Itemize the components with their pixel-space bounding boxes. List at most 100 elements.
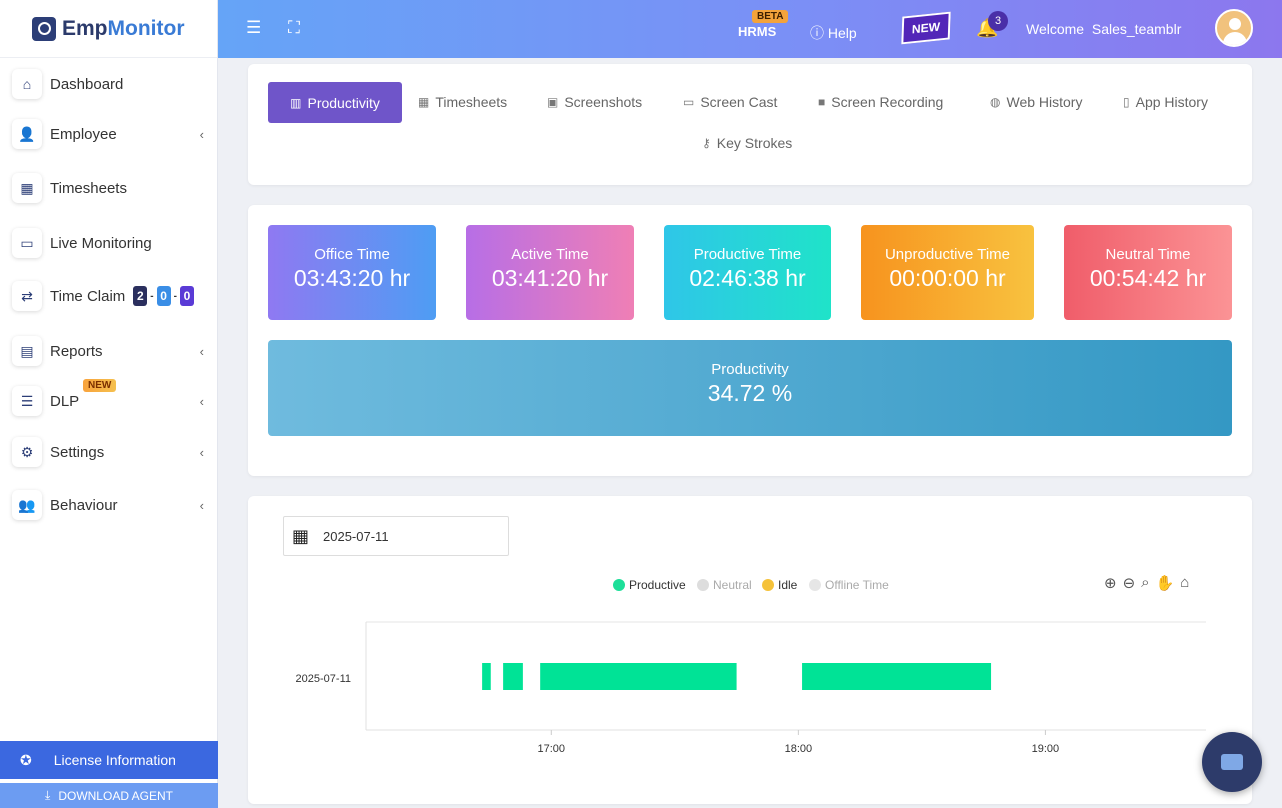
timeline-segment-3[interactable] [802, 663, 992, 690]
legend-neutral[interactable]: Neutral [697, 578, 752, 592]
sidebar-item-label: Behaviour [50, 496, 118, 514]
tab-label: Screen Cast [700, 94, 778, 110]
username: Sales_teamblr [1091, 21, 1182, 37]
count-separator: - [150, 290, 154, 302]
zoom-in-icon[interactable]: ⊕ [1104, 574, 1117, 592]
fullscreen-icon[interactable]: ⛶ [288, 18, 300, 38]
claim-count-0: 2 [133, 286, 148, 306]
legend-idle[interactable]: Idle [762, 578, 797, 592]
sidebar-item-settings[interactable]: ⚙ Settings ‹ [0, 432, 218, 472]
chat-support-button[interactable] [1202, 732, 1262, 792]
logo-icon [32, 16, 56, 41]
stat-active-time: Active Time 03:41:20 hr [466, 225, 634, 320]
zoom-out-icon[interactable]: ⊖ [1123, 574, 1136, 592]
count-separator: - [173, 290, 177, 302]
sliders-icon: ☰ [12, 386, 42, 416]
tab-app-history[interactable]: ▯ App History [1123, 92, 1208, 112]
tab-icon: ■ [818, 95, 826, 109]
sidebar-item-reports[interactable]: ▤ Reports ‹ [0, 331, 218, 371]
sidebar-item-label: Live Monitoring [50, 234, 152, 252]
new-feature-flag[interactable]: NEW [901, 11, 951, 45]
sidebar-item-label: Time Claim [50, 287, 126, 305]
legend-label: Productive [629, 578, 686, 592]
claim-count-2: 0 [179, 286, 194, 306]
hrms-link[interactable]: HRMS [738, 24, 776, 39]
download-icon: ⤓ [45, 788, 51, 802]
chevron-left-icon: ‹ [199, 393, 204, 409]
productivity-banner: Productivity 34.72 % [268, 340, 1232, 436]
pan-hand-icon[interactable]: ✋ [1156, 574, 1175, 592]
stat-office-time: Office Time 03:43:20 hr [268, 225, 436, 320]
timeline-segment-0[interactable] [482, 663, 491, 690]
tab-screen-recording[interactable]: ■ Screen Recording [818, 92, 943, 112]
new-flag-label: NEW [911, 19, 941, 37]
productivity-value: 34.72 % [707, 380, 793, 406]
award-icon: ✪ [20, 751, 32, 768]
tab-label: App History [1135, 94, 1208, 110]
sidebar-item-timesheets[interactable]: ▦ Timesheets [0, 168, 218, 208]
legend-marker [809, 579, 821, 591]
legend-marker [613, 579, 625, 591]
row-label: 2025-07-11 [296, 673, 351, 685]
sidebar-item-dlp[interactable]: ☰ DLP ‹ NEW [0, 379, 218, 421]
calendar-icon: ▦ [12, 173, 42, 203]
stat-value: 00:00:00 hr [889, 265, 1006, 291]
chat-icon [1221, 754, 1243, 770]
reset-home-icon[interactable]: ⌂ [1180, 574, 1189, 592]
chevron-left-icon: ‹ [199, 497, 204, 513]
tab-web-history[interactable]: ◍ Web History [990, 92, 1082, 112]
download-agent-button[interactable]: ⤓ DOWNLOAD AGENT [0, 783, 218, 808]
help-link[interactable]: ⓘ Help [810, 23, 857, 43]
beta-badge: BETA [752, 10, 789, 23]
license-information-button[interactable]: ✪ License Information [0, 741, 218, 779]
stats-card: Office Time 03:43:20 hr Active Time 03:41:2… [248, 205, 1252, 476]
chevron-left-icon: ‹ [199, 444, 204, 460]
stat-label: Unproductive Time [884, 246, 1011, 263]
sidebar-item-live-monitoring[interactable]: ▭ Live Monitoring [0, 223, 218, 263]
menu-toggle-icon[interactable]: ☰ [246, 18, 261, 38]
stat-value: 02:46:38 hr [689, 265, 806, 291]
tab-timesheets[interactable]: ▦ Timesheets [418, 92, 507, 112]
welcome-label: Welcome [1026, 21, 1085, 37]
claim-count-1: 0 [156, 286, 171, 306]
time-claim-counts: 2-0-0 [133, 286, 194, 306]
swap-icon: ⇄ [12, 281, 42, 311]
sidebar-item-behaviour[interactable]: 👥 Behaviour ‹ [0, 485, 218, 525]
sidebar: EmpMonitor ⌂ Dashboard 👤 Employee ‹ ▦ Timeshee… [0, 0, 218, 808]
brand-logo[interactable]: EmpMonitor [0, 0, 217, 58]
avatar[interactable] [1215, 9, 1253, 47]
home-icon: ⌂ [12, 69, 42, 99]
legend-label: Neutral [713, 578, 752, 592]
zoom-select-icon[interactable]: ⌕ [1141, 574, 1149, 592]
sidebar-item-employee[interactable]: 👤 Employee ‹ [0, 114, 218, 154]
legend-offline-time[interactable]: Offline Time [809, 578, 889, 592]
timeline-segment-2[interactable] [540, 663, 737, 690]
sidebar-item-time-claim[interactable]: ⇄ Time Claim 2-0-0 [0, 276, 218, 316]
brand-prefix: Emp [62, 16, 108, 40]
stat-unproductive-time: Unproductive Time 00:00:00 hr [861, 225, 1034, 320]
tab-key-strokes[interactable]: ⚷ Key Strokes [702, 133, 792, 153]
date-picker[interactable]: ▦ 2025-07-11 [283, 516, 509, 556]
chevron-left-icon: ‹ [199, 126, 204, 142]
stat-label: Office Time [314, 246, 390, 263]
user-settings-icon: 👥 [12, 490, 42, 520]
stat-label: Active Time [511, 246, 589, 263]
notification-count: 3 [988, 11, 1008, 31]
download-label: DOWNLOAD AGENT [58, 788, 173, 803]
user-icon: 👤 [12, 119, 42, 149]
sidebar-item-dashboard[interactable]: ⌂ Dashboard [0, 64, 218, 104]
legend-productive[interactable]: Productive [613, 578, 686, 592]
tab-screenshots[interactable]: ▣ Screenshots [547, 92, 642, 112]
stat-label: Productive Time [693, 246, 802, 263]
timeline-segment-1[interactable] [503, 663, 523, 690]
tab-label: Screen Recording [831, 94, 944, 110]
stat-label: Neutral Time [1105, 246, 1191, 263]
legend-label: Offline Time [825, 578, 889, 592]
tab-screen-cast[interactable]: ▭ Screen Cast [683, 92, 777, 112]
tab-productivity[interactable]: ▥ Productivity [268, 82, 402, 123]
sidebar-item-label: DLP [50, 392, 80, 410]
tab-label: Timesheets [435, 94, 508, 110]
welcome-text: Welcome Sales_teamblr [1026, 21, 1181, 37]
stat-value: 00:54:42 hr [1089, 265, 1207, 291]
x-tick-label: 17:00 [538, 743, 566, 755]
